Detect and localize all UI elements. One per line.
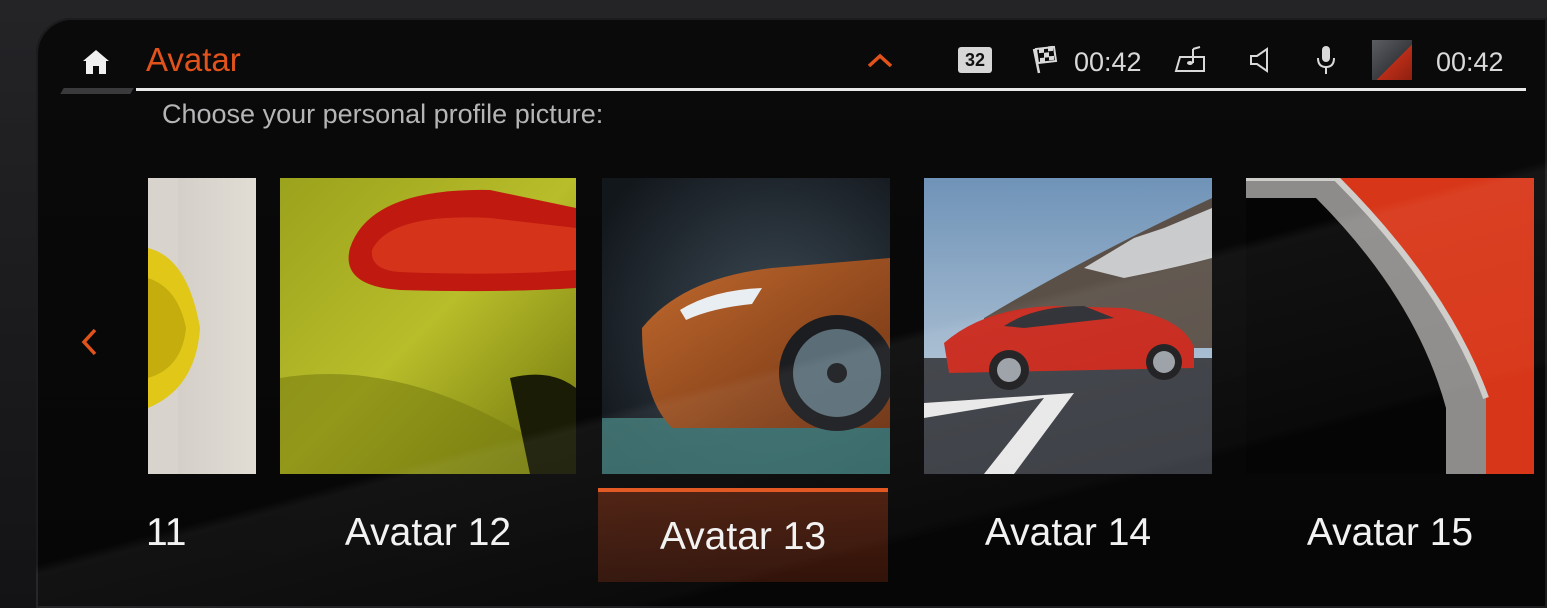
collapse-button[interactable] bbox=[862, 46, 898, 74]
avatar-tile-14[interactable] bbox=[924, 178, 1212, 474]
avatar-tile-13[interactable] bbox=[602, 178, 890, 474]
avatar-15-image bbox=[1246, 178, 1534, 474]
avatar-label-14[interactable]: Avatar 14 bbox=[924, 488, 1212, 578]
infotainment-screen: Avatar 32 00:42 00:42 Choose your person… bbox=[36, 18, 1547, 608]
clock: 00:42 bbox=[1436, 46, 1504, 77]
home-tab-indicator bbox=[60, 88, 134, 94]
avatar-12-image bbox=[280, 178, 576, 474]
page-title: Avatar bbox=[146, 41, 241, 78]
title-underline bbox=[136, 88, 1526, 91]
speaker-icon bbox=[1250, 47, 1268, 73]
avatar-label-11[interactable]: 11 bbox=[146, 488, 256, 578]
chevron-left-icon bbox=[81, 328, 97, 356]
instruction-text: Choose your personal profile picture: bbox=[162, 99, 604, 129]
avatar-14-image bbox=[924, 178, 1212, 474]
checkered-flag-icon bbox=[1032, 45, 1058, 74]
avatar-label-13[interactable]: Avatar 13 bbox=[598, 488, 888, 582]
avatar-label-12[interactable]: Avatar 12 bbox=[280, 488, 576, 578]
speed-limit-badge: 32 bbox=[958, 47, 992, 73]
home-button[interactable] bbox=[78, 44, 114, 80]
avatar-13-image bbox=[602, 178, 890, 474]
chevron-up-icon bbox=[867, 53, 893, 68]
home-icon bbox=[83, 50, 109, 74]
voice-button[interactable] bbox=[1308, 42, 1344, 78]
avatar-tile-15[interactable] bbox=[1246, 178, 1534, 474]
race-time: 00:42 bbox=[1074, 46, 1142, 77]
volume-button[interactable] bbox=[1242, 42, 1278, 78]
media-button[interactable] bbox=[1170, 42, 1210, 78]
avatar-tile-12[interactable] bbox=[280, 178, 576, 474]
top-bar: Avatar 32 00:42 00:42 bbox=[36, 18, 1547, 94]
profile-avatar[interactable] bbox=[1372, 40, 1412, 80]
avatar-label-15[interactable]: Avatar 15 bbox=[1246, 488, 1534, 578]
music-icon bbox=[1174, 46, 1205, 72]
avatar-11-image bbox=[148, 178, 256, 474]
race-timer-button[interactable] bbox=[1026, 42, 1062, 78]
microphone-icon bbox=[1317, 46, 1335, 74]
avatar-tile-11[interactable] bbox=[148, 178, 256, 474]
scroll-left-button[interactable] bbox=[74, 322, 104, 362]
